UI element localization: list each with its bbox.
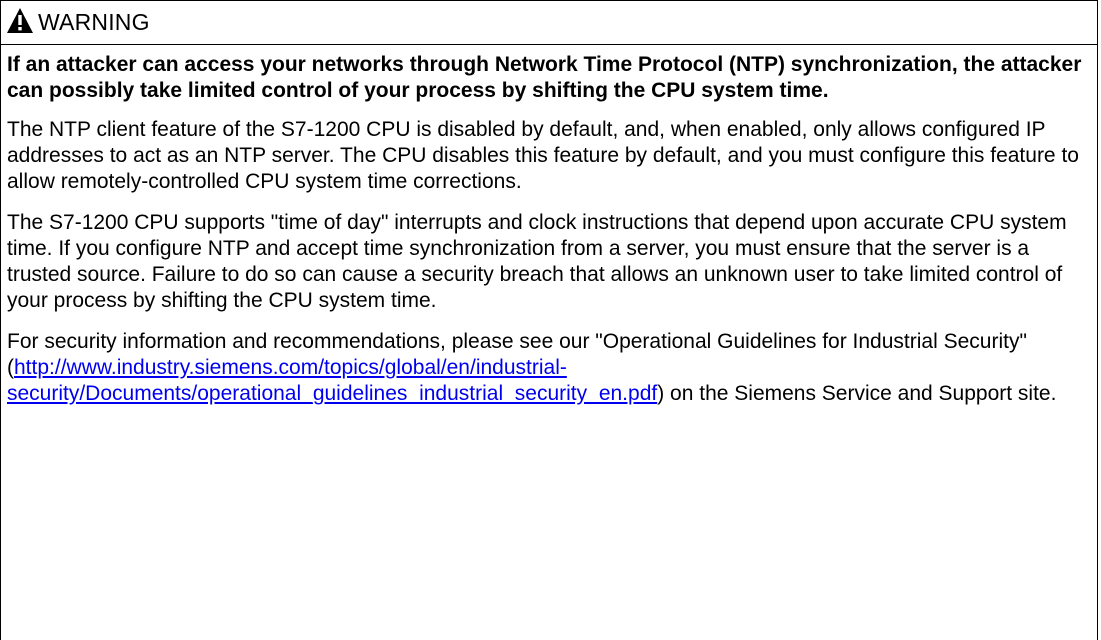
security-info-suffix: ) on the Siemens Service and Support sit… — [657, 382, 1057, 405]
paragraph-ntp-client: The NTP client feature of the S7-1200 CP… — [7, 118, 1079, 193]
paragraph-security-info: For security information and recommendat… — [7, 329, 1091, 407]
security-guidelines-link[interactable]: http://www.industry.siemens.com/topics/g… — [7, 356, 657, 405]
warning-body: If an attacker can access your networks … — [1, 45, 1097, 407]
warning-title: WARNING — [38, 9, 150, 35]
warning-lead-text: If an attacker can access your networks … — [7, 53, 1082, 102]
warning-header: WARNING — [1, 1, 1097, 45]
paragraph-time-of-day: The S7-1200 CPU supports "time of day" i… — [7, 211, 1067, 312]
warning-notice: WARNING If an attacker can access your n… — [0, 0, 1098, 640]
warning-triangle-icon — [6, 7, 34, 34]
